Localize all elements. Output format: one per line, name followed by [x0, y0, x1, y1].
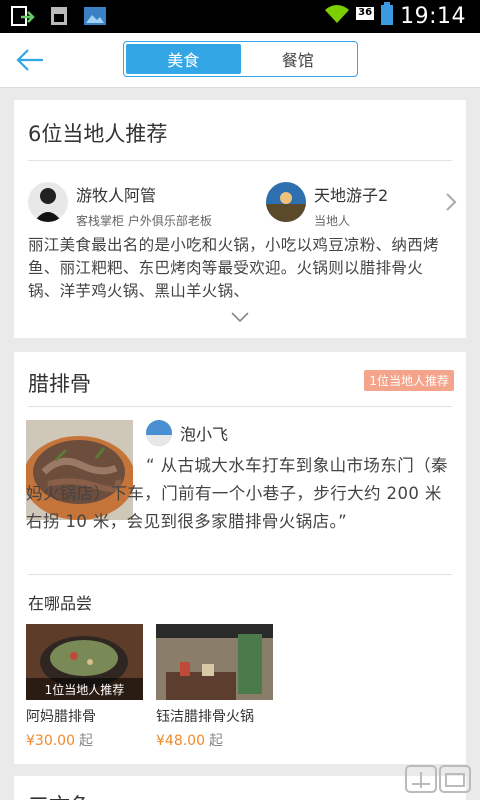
- tab-restaurants[interactable]: 餐馆: [241, 44, 356, 74]
- price-unit: 起: [209, 733, 223, 749]
- recommender-desc: 当地人: [314, 214, 351, 228]
- restaurant-photo: 1位当地人推荐: [26, 624, 143, 700]
- chevron-right-icon[interactable]: [444, 192, 458, 212]
- recommender-name: 游牧人阿管: [76, 186, 157, 205]
- recommender-2[interactable]: 天地游子2 当地人: [266, 182, 388, 229]
- price-unit: 起: [79, 733, 93, 749]
- back-arrow-icon: [16, 49, 43, 71]
- battery-icon: [380, 2, 394, 30]
- restaurant-name: 阿妈腊排骨: [26, 709, 96, 725]
- price-value: ¥48.00: [156, 733, 205, 749]
- image-icon: [82, 4, 108, 28]
- download-icon: [10, 4, 36, 28]
- reviewer[interactable]: 泡小飞: [146, 420, 228, 446]
- recommender-1[interactable]: 游牧人阿管 客栈掌柜 户外俱乐部老板: [28, 182, 212, 229]
- divider: [28, 574, 452, 575]
- top-nav-bar: 美食 餐馆: [0, 33, 480, 88]
- recommend-count-badge: 1位当地人推荐: [364, 370, 454, 391]
- status-bar: 36 19:14: [0, 0, 480, 33]
- back-button[interactable]: [10, 43, 50, 77]
- avatar: [266, 182, 306, 222]
- recommender-name: 天地游子2: [314, 186, 389, 205]
- where-to-eat-label: 在哪品尝: [28, 594, 93, 613]
- recommenders-title: 6位当地人推荐: [28, 122, 168, 146]
- recommender-desc: 客栈掌柜 户外俱乐部老板: [76, 214, 212, 228]
- sim-card-icon: [46, 4, 72, 28]
- segmented-control: 美食 餐馆: [123, 41, 358, 77]
- recommenders-card: 6位当地人推荐 游牧人阿管 客栈掌柜 户外俱乐部老板 天地游子2 当地人 丽江美…: [14, 100, 466, 338]
- chevron-down-icon[interactable]: [230, 310, 250, 324]
- reviewer-name: 泡小飞: [180, 425, 229, 444]
- divider: [28, 160, 452, 161]
- intro-text: 丽江美食最出名的是小吃和火锅，小吃以鸡豆凉粉、纳西烤鱼、丽江粑粑、东巴烤肉等最受…: [28, 236, 439, 300]
- dish-title: 腊排骨: [28, 372, 91, 396]
- avatar: [146, 420, 172, 446]
- divider: [28, 406, 452, 407]
- clock: 19:14: [400, 3, 466, 29]
- restaurant-overlay: 1位当地人推荐: [26, 678, 143, 700]
- restaurant-item[interactable]: 1位当地人推荐 阿妈腊排骨 ¥30.00 起: [26, 624, 143, 750]
- avatar: [28, 182, 68, 222]
- watermark-logo: [405, 765, 471, 793]
- network-badge: 36: [356, 6, 375, 20]
- next-dish-title: 三文鱼: [28, 790, 91, 800]
- restaurant-price: ¥30.00 起: [26, 730, 143, 750]
- restaurant-price: ¥48.00 起: [156, 730, 273, 750]
- next-dish-card: 三文鱼: [14, 776, 466, 800]
- price-value: ¥30.00: [26, 733, 75, 749]
- review-quote: “ 从古城大水车打车到象山市场东门（秦妈火锅店）下车，门前有一个小巷子，步行大约…: [26, 456, 448, 531]
- dish-card: 腊排骨 1位当地人推荐 泡小飞 “ 从古城大水车打车到象山市场东门（秦妈火锅店）…: [14, 352, 466, 764]
- restaurant-photo: [156, 624, 273, 700]
- restaurant-name: 钰洁腊排骨火锅: [156, 709, 254, 725]
- restaurant-item[interactable]: 钰洁腊排骨火锅 ¥48.00 起: [156, 624, 273, 750]
- wifi-icon: [324, 3, 350, 29]
- tab-food[interactable]: 美食: [126, 44, 241, 74]
